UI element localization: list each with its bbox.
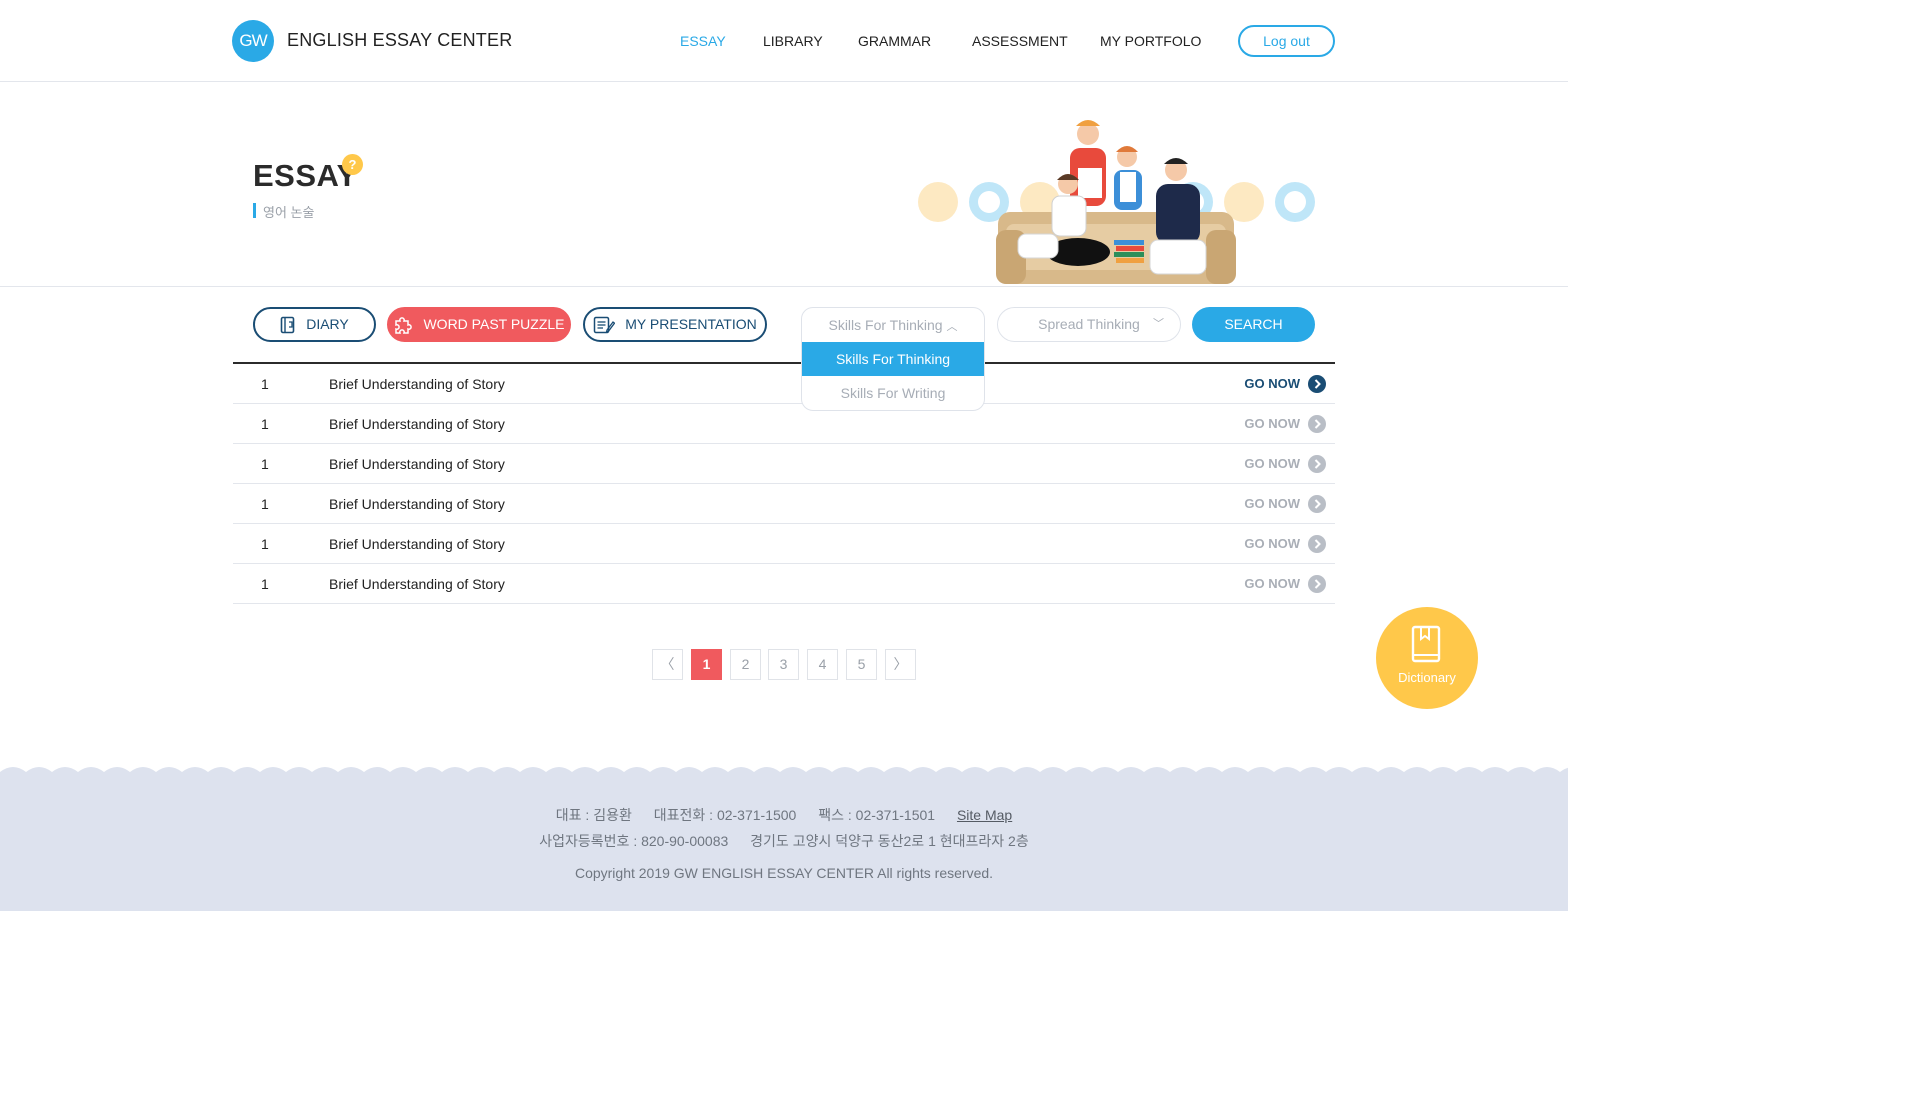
word-past-puzzle-button[interactable]: WORD PAST PUZZLE bbox=[387, 307, 571, 342]
pagination-page-2[interactable]: 2 bbox=[730, 649, 761, 680]
pagination-page-1[interactable]: 1 bbox=[691, 649, 722, 680]
go-now-link[interactable]: GO NOW bbox=[1244, 576, 1300, 591]
nav-assessment[interactable]: ASSESSMENT bbox=[972, 33, 1068, 49]
presentation-icon bbox=[594, 316, 616, 333]
arrow-right-icon[interactable] bbox=[1308, 495, 1326, 513]
arrow-right-icon[interactable] bbox=[1308, 535, 1326, 553]
table-row: 1 Brief Understanding of Story GO NOW bbox=[233, 404, 1335, 444]
table-row: 1 Brief Understanding of Story GO NOW bbox=[233, 364, 1335, 404]
dropdown-option-skills-for-thinking[interactable]: Skills For Thinking bbox=[802, 342, 984, 376]
dropdown-option-skills-for-writing[interactable]: Skills For Writing bbox=[802, 376, 984, 410]
chevron-down-icon: ﹀ bbox=[1153, 318, 1164, 330]
go-now-link[interactable]: GO NOW bbox=[1244, 456, 1300, 471]
footer-address: 경기도 고양시 덕양구 동산2로 1 현대프라자 2층 bbox=[750, 833, 1029, 849]
pagination-page-5[interactable]: 5 bbox=[846, 649, 877, 680]
table-row: 1 Brief Understanding of Story GO NOW bbox=[233, 444, 1335, 484]
logout-button[interactable]: Log out bbox=[1238, 25, 1335, 57]
nav-library[interactable]: LIBRARY bbox=[763, 33, 823, 49]
puzzle-icon bbox=[395, 316, 413, 334]
arrow-right-icon[interactable] bbox=[1308, 575, 1326, 593]
footer-biz-number: 사업자등록번호 : 820-90-00083 bbox=[539, 833, 729, 849]
row-title[interactable]: Brief Understanding of Story bbox=[329, 536, 505, 552]
nav-my-portfolio[interactable]: MY PORTFOLO bbox=[1100, 33, 1201, 49]
footer-business-line: 사업자등록번호 : 820-90-00083 경기도 고양시 덕양구 동산2로 … bbox=[0, 831, 1568, 851]
footer-phone: 대표전화 : 02-371-1500 bbox=[653, 807, 797, 823]
go-now-link[interactable]: GO NOW bbox=[1244, 536, 1300, 551]
diary-icon bbox=[280, 316, 295, 333]
brand-name[interactable]: ENGLISH ESSAY CENTER bbox=[287, 30, 512, 51]
dictionary-button[interactable]: Dictionary bbox=[1376, 607, 1478, 709]
row-title[interactable]: Brief Understanding of Story bbox=[329, 416, 505, 432]
book-icon bbox=[1411, 625, 1441, 663]
subtitle-accent-bar bbox=[253, 203, 256, 218]
skills-select-current[interactable]: Skills For Thinking ︿ bbox=[802, 308, 984, 342]
pagination-prev-button[interactable]: 〈 bbox=[652, 649, 683, 680]
table-row: 1 Brief Understanding of Story GO NOW bbox=[233, 524, 1335, 564]
spread-thinking-select[interactable]: Spread Thinking ﹀ bbox=[997, 307, 1181, 342]
nav-essay[interactable]: ESSAY bbox=[680, 33, 726, 49]
arrow-right-icon[interactable] bbox=[1308, 375, 1326, 393]
logo[interactable]: GW bbox=[232, 20, 274, 62]
row-number: 1 bbox=[261, 576, 269, 592]
row-title[interactable]: Brief Understanding of Story bbox=[329, 456, 505, 472]
row-number: 1 bbox=[261, 416, 269, 432]
arrow-right-icon[interactable] bbox=[1308, 415, 1326, 433]
arrow-right-icon[interactable] bbox=[1308, 455, 1326, 473]
skills-select-value: Skills For Thinking bbox=[828, 317, 943, 333]
table-row: 1 Brief Understanding of Story GO NOW bbox=[233, 484, 1335, 524]
table-row: 1 Brief Understanding of Story GO NOW bbox=[233, 564, 1335, 604]
row-number: 1 bbox=[261, 536, 269, 552]
nav-grammar[interactable]: GRAMMAR bbox=[858, 33, 931, 49]
diary-button[interactable]: DIARY bbox=[253, 307, 376, 342]
go-now-link[interactable]: GO NOW bbox=[1244, 496, 1300, 511]
my-presentation-label: MY PRESENTATION bbox=[625, 316, 757, 332]
go-now-link[interactable]: GO NOW bbox=[1244, 376, 1300, 391]
pagination-next-button[interactable]: 〉 bbox=[885, 649, 916, 680]
footer-fax: 팩스 : 02-371-1501 bbox=[818, 807, 936, 823]
row-number: 1 bbox=[261, 496, 269, 512]
row-title[interactable]: Brief Understanding of Story bbox=[329, 576, 505, 592]
footer-copyright: Copyright 2019 GW ENGLISH ESSAY CENTER A… bbox=[574, 865, 994, 881]
search-button[interactable]: SEARCH bbox=[1192, 307, 1315, 342]
hero-illustration bbox=[918, 120, 1315, 284]
pagination-page-4[interactable]: 4 bbox=[807, 649, 838, 680]
word-past-puzzle-label: WORD PAST PUZZLE bbox=[423, 316, 565, 332]
footer-ceo: 대표 : 김용환 bbox=[555, 807, 632, 823]
footer-sitemap-link[interactable]: Site Map bbox=[957, 807, 1012, 823]
site-footer: 대표 : 김용환 대표전화 : 02-371-1500 팩스 : 02-371-… bbox=[0, 778, 1568, 911]
diary-button-label: DIARY bbox=[306, 316, 349, 332]
pagination-page-3[interactable]: 3 bbox=[768, 649, 799, 680]
skills-select-dropdown[interactable]: Skills For Thinking ︿ Skills For Thinkin… bbox=[801, 307, 985, 411]
page-subtitle: 영어 논술 bbox=[263, 205, 315, 220]
row-number: 1 bbox=[261, 456, 269, 472]
dictionary-label: Dictionary bbox=[1398, 670, 1456, 685]
row-number: 1 bbox=[261, 376, 269, 392]
footer-contact-line: 대표 : 김용환 대표전화 : 02-371-1500 팩스 : 02-371-… bbox=[0, 805, 1568, 825]
hero-divider bbox=[0, 286, 1568, 287]
row-title[interactable]: Brief Understanding of Story bbox=[329, 376, 505, 392]
my-presentation-button[interactable]: MY PRESENTATION bbox=[583, 307, 767, 342]
site-header: GW ENGLISH ESSAY CENTER ESSAY LIBRARY GR… bbox=[0, 0, 1568, 82]
help-icon[interactable]: ? bbox=[342, 154, 363, 175]
go-now-link[interactable]: GO NOW bbox=[1244, 416, 1300, 431]
chevron-up-icon: ︿ bbox=[946, 321, 958, 333]
row-title[interactable]: Brief Understanding of Story bbox=[329, 496, 505, 512]
